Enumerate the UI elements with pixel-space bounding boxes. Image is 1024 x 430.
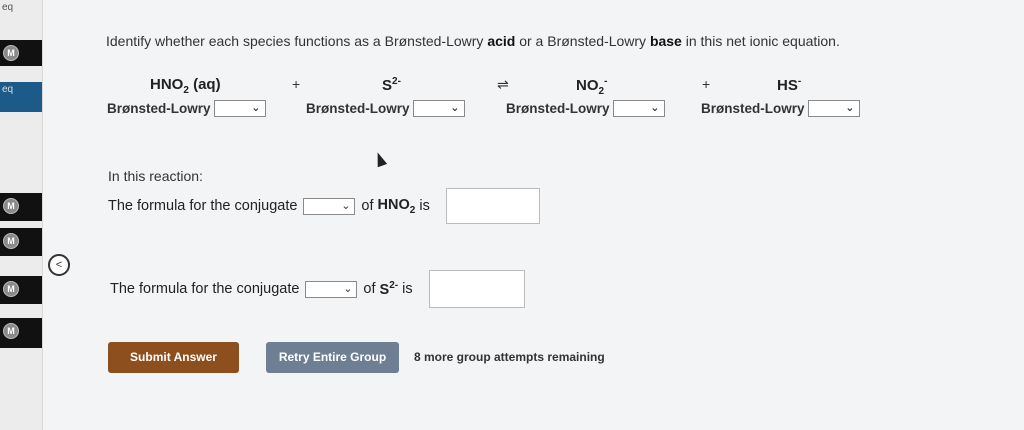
role-dropdown[interactable]: ⌄ bbox=[807, 100, 860, 117]
m-badge-icon: M bbox=[3, 323, 19, 339]
of-label: of bbox=[363, 281, 376, 297]
sidebar-item-6[interactable]: M bbox=[0, 318, 42, 348]
question-instructions: Identify whether each species functions … bbox=[106, 33, 840, 49]
species-charge: - bbox=[604, 76, 608, 87]
plus-sign: + bbox=[702, 76, 711, 92]
species-hno2: HNO2 (aq) bbox=[150, 76, 221, 96]
instructions-text: or a Brønsted-Lowry bbox=[515, 33, 650, 49]
of-label: of bbox=[361, 198, 374, 214]
role-dropdown[interactable]: ⌄ bbox=[213, 100, 266, 117]
attempts-remaining: 8 more group attempts remaining bbox=[414, 350, 605, 364]
species-formula: HNO bbox=[150, 76, 184, 93]
conjugate-prompt: The formula for the conjugate bbox=[108, 198, 298, 214]
species-charge: 2- bbox=[392, 76, 401, 87]
sidebar-item-4[interactable]: M bbox=[0, 228, 42, 256]
question-panel: Identify whether each species functions … bbox=[42, 0, 1024, 430]
role-label: Brønsted-Lowry bbox=[506, 101, 610, 116]
conjugate-answer-input[interactable] bbox=[428, 270, 525, 308]
species-charge: 2- bbox=[389, 280, 399, 292]
chevron-down-icon: ⌄ bbox=[343, 282, 353, 295]
role-selector-4: Brønsted-Lowry ⌄ bbox=[701, 100, 860, 117]
sidebar-top-label: eq bbox=[2, 2, 14, 13]
conjugate-answer-input[interactable] bbox=[445, 188, 540, 224]
conjugate-type-dropdown[interactable]: ⌄ bbox=[303, 197, 356, 215]
species-state: (aq) bbox=[188, 76, 221, 93]
role-dropdown[interactable]: ⌄ bbox=[412, 100, 465, 117]
role-selector-2: Brønsted-Lowry ⌄ bbox=[306, 100, 465, 117]
acid-word: acid bbox=[487, 33, 516, 49]
reaction-heading: In this reaction: bbox=[108, 168, 203, 184]
mouse-cursor-icon bbox=[372, 150, 388, 168]
sidebar-item-2[interactable]: eq bbox=[0, 82, 42, 112]
sidebar-item-label: eq bbox=[2, 84, 14, 95]
equilibrium-arrow: ⇌ bbox=[497, 76, 509, 92]
m-badge-icon: M bbox=[3, 281, 19, 297]
sidebar: eq M eq M M M M bbox=[0, 0, 43, 430]
role-label: Brønsted-Lowry bbox=[306, 101, 410, 116]
instructions-text: Identify whether each species functions … bbox=[106, 33, 488, 49]
chevron-down-icon: ⌄ bbox=[650, 102, 660, 114]
species-subscript: 2 bbox=[598, 86, 605, 97]
role-selector-3: Brønsted-Lowry ⌄ bbox=[506, 100, 665, 117]
is-label: is bbox=[419, 198, 430, 214]
sidebar-item-5[interactable]: M bbox=[0, 276, 42, 304]
is-label: is bbox=[402, 281, 413, 297]
chevron-down-icon: ⌄ bbox=[450, 102, 460, 114]
sidebar-item-3[interactable]: M bbox=[0, 193, 42, 221]
retry-group-button[interactable]: Retry Entire Group bbox=[266, 342, 399, 373]
conjugate-row-s2: The formula for the conjugate ⌄ of S2- i… bbox=[110, 270, 525, 308]
m-badge-icon: M bbox=[3, 45, 19, 61]
role-label: Brønsted-Lowry bbox=[701, 101, 805, 116]
role-label: Brønsted-Lowry bbox=[107, 101, 211, 116]
species-subscript: 2 bbox=[409, 204, 416, 216]
plus-sign: + bbox=[292, 76, 301, 92]
base-word: base bbox=[649, 33, 682, 49]
instructions-text: in this net ionic equation. bbox=[681, 33, 840, 49]
species-formula: HS bbox=[777, 77, 798, 94]
species-formula: NO bbox=[576, 77, 599, 94]
species-no2: NO2- bbox=[576, 76, 607, 97]
chevron-down-icon: ⌄ bbox=[845, 102, 855, 114]
role-selector-1: Brønsted-Lowry ⌄ bbox=[107, 100, 266, 117]
m-badge-icon: M bbox=[3, 233, 19, 249]
species-formula: S bbox=[382, 77, 393, 94]
chevron-down-icon: ⌄ bbox=[341, 199, 351, 212]
submit-answer-button[interactable]: Submit Answer bbox=[108, 342, 239, 373]
conjugate-row-hno2: The formula for the conjugate ⌄ of HNO2 … bbox=[108, 188, 540, 224]
conjugate-prompt: The formula for the conjugate bbox=[110, 281, 300, 297]
m-badge-icon: M bbox=[3, 198, 19, 214]
sidebar-item-1[interactable]: M bbox=[0, 40, 42, 66]
species-s2: S2- bbox=[382, 76, 401, 94]
species-formula: HNO bbox=[377, 196, 410, 213]
species-charge: - bbox=[797, 76, 802, 87]
conjugate-type-dropdown[interactable]: ⌄ bbox=[305, 280, 358, 298]
role-dropdown[interactable]: ⌄ bbox=[612, 100, 665, 117]
species-formula: S bbox=[379, 281, 390, 298]
species-hs: HS- bbox=[777, 76, 801, 94]
chevron-down-icon: ⌄ bbox=[251, 102, 261, 114]
